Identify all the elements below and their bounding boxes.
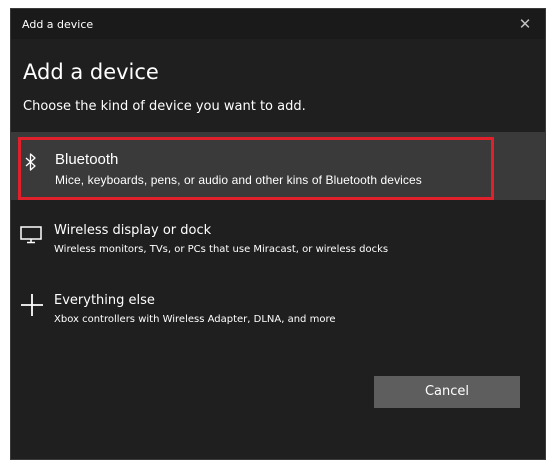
option-wireless-display-label: Wireless display or dock bbox=[54, 223, 212, 238]
option-bluetooth[interactable]: Bluetooth Mice, keyboards, pens, or audi… bbox=[11, 132, 545, 200]
close-icon[interactable]: ✕ bbox=[515, 14, 535, 34]
page-title: Add a device bbox=[23, 60, 159, 84]
option-everything-else[interactable]: Everything else Xbox controllers with Wi… bbox=[11, 289, 545, 339]
window-title: Add a device bbox=[22, 18, 94, 31]
option-wireless-display[interactable]: Wireless display or dock Wireless monito… bbox=[11, 219, 545, 269]
plus-icon bbox=[20, 293, 44, 321]
option-wireless-display-description: Wireless monitors, TVs, or PCs that use … bbox=[54, 244, 389, 255]
title-bar: Add a device ✕ bbox=[11, 9, 545, 39]
option-everything-else-description: Xbox controllers with Wireless Adapter, … bbox=[54, 314, 336, 325]
option-everything-else-label: Everything else bbox=[54, 293, 155, 308]
cancel-button[interactable]: Cancel bbox=[374, 376, 520, 408]
bluetooth-icon bbox=[25, 153, 37, 175]
page-subtitle: Choose the kind of device you want to ad… bbox=[23, 99, 306, 114]
add-device-dialog: Add a device ✕ Add a device Choose the k… bbox=[10, 8, 546, 460]
option-bluetooth-description: Mice, keyboards, pens, or audio and othe… bbox=[55, 173, 422, 187]
option-bluetooth-label: Bluetooth bbox=[55, 151, 119, 168]
monitor-icon bbox=[20, 226, 42, 248]
